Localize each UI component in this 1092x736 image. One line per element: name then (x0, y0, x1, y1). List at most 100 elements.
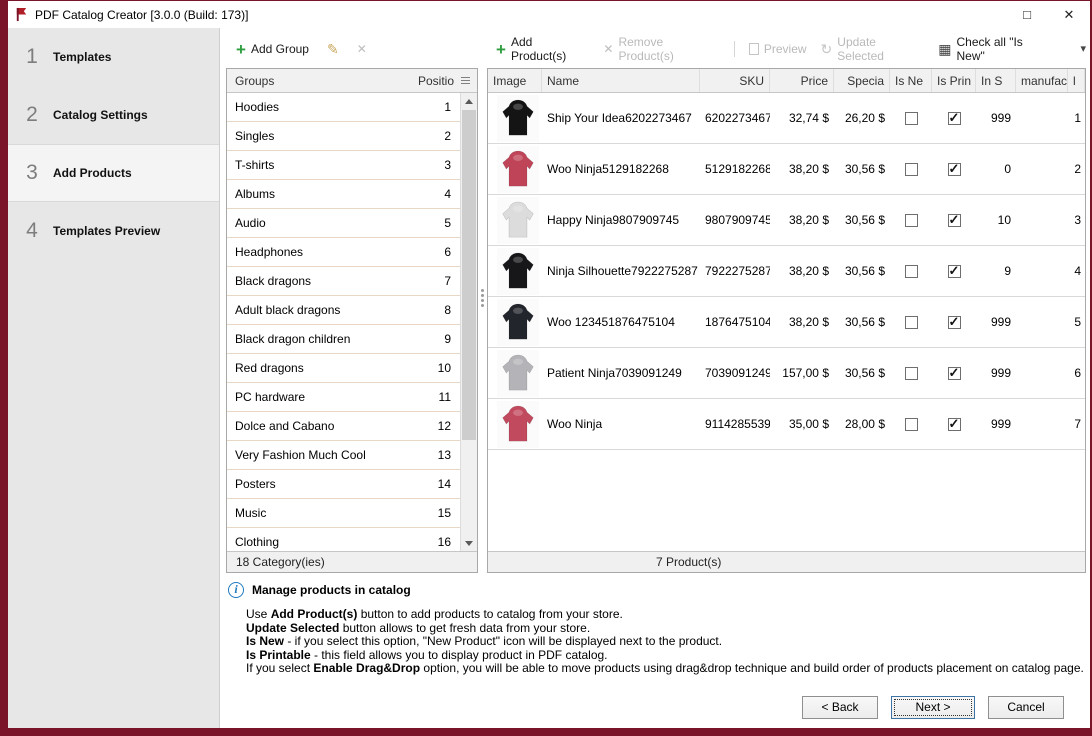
group-row[interactable]: Clothing 16 (227, 528, 460, 551)
product-in-stock: 10 (976, 213, 1016, 227)
product-name: Woo Ninja (542, 417, 700, 431)
sku-column-header[interactable]: SKU (700, 69, 770, 93)
add-products-button[interactable]: Add Product(s) (496, 35, 589, 63)
group-name: T-shirts (235, 158, 444, 172)
is-new-checkbox[interactable] (905, 418, 918, 431)
groups-grid-header[interactable]: Groups Positio (227, 69, 477, 93)
is-new-checkbox[interactable] (905, 214, 918, 227)
group-row[interactable]: Red dragons 10 (227, 354, 460, 383)
edit-group-button[interactable] (327, 42, 339, 56)
is-new-checkbox[interactable] (905, 367, 918, 380)
window-controls: □ ✕ (1006, 1, 1090, 28)
group-name: Headphones (235, 245, 444, 259)
remove-products-button[interactable]: Remove Product(s) (603, 35, 719, 63)
back-button[interactable]: < Back (802, 696, 878, 719)
product-row[interactable]: Woo Ninja 9114285539 35,00 $ 28,00 $ 999… (488, 399, 1085, 450)
group-row[interactable]: Headphones 6 (227, 238, 460, 267)
group-row[interactable]: Albums 4 (227, 180, 460, 209)
add-group-button[interactable]: Add Group (236, 41, 309, 58)
product-row[interactable]: Happy Ninja9807909745 9807909745 38,20 $… (488, 195, 1085, 246)
group-row[interactable]: Adult black dragons 8 (227, 296, 460, 325)
group-row[interactable]: Very Fashion Much Cool 13 (227, 441, 460, 470)
position-column-header[interactable]: Positio (418, 74, 454, 88)
product-sku: 7922275287 (700, 264, 770, 278)
panel-splitter[interactable] (478, 68, 487, 573)
name-column-header[interactable]: Name (542, 69, 700, 93)
product-price: 38,20 $ (770, 162, 834, 176)
group-row[interactable]: Hoodies 1 (227, 93, 460, 122)
group-position: 1 (444, 100, 451, 114)
group-row[interactable]: PC hardware 11 (227, 383, 460, 412)
product-row[interactable]: Ninja Silhouette7922275287 7922275287 38… (488, 246, 1085, 297)
product-order: 7 (1068, 417, 1085, 431)
update-selected-button[interactable]: Update Selected (821, 35, 925, 63)
group-row[interactable]: T-shirts 3 (227, 151, 460, 180)
delete-group-button[interactable] (357, 43, 367, 55)
product-row[interactable]: Ship Your Idea6202273467 6202273467 32,7… (488, 93, 1085, 144)
groups-scrollbar[interactable] (460, 93, 477, 551)
scrollbar-thumb[interactable] (462, 110, 476, 440)
group-row[interactable]: Music 15 (227, 499, 460, 528)
step-add-products[interactable]: 3 Add Products (8, 144, 219, 202)
manufacturer-column-header[interactable]: manufact (1016, 69, 1068, 93)
is-printable-checkbox[interactable] (948, 367, 961, 380)
group-row[interactable]: Black dragon children 9 (227, 325, 460, 354)
is-new-checkbox[interactable] (905, 265, 918, 278)
scroll-up-button[interactable] (461, 93, 477, 109)
product-image-cell (488, 299, 542, 346)
is-printable-checkbox[interactable] (948, 163, 961, 176)
is-printable-cell (932, 214, 976, 227)
is-new-checkbox[interactable] (905, 163, 918, 176)
is-printable-checkbox[interactable] (948, 265, 961, 278)
groups-column-header[interactable]: Groups (235, 74, 418, 88)
is-new-checkbox[interactable] (905, 316, 918, 329)
product-row[interactable]: Patient Ninja7039091249 7039091249 157,0… (488, 348, 1085, 399)
preview-button[interactable]: Preview (749, 42, 807, 56)
info-lines: Use Add Product(s) button to add product… (246, 608, 1084, 676)
scroll-down-button[interactable] (461, 535, 477, 551)
step-templates-preview[interactable]: 4 Templates Preview (8, 202, 219, 260)
group-name: Adult black dragons (235, 303, 444, 317)
is-new-column-header[interactable]: Is Ne (890, 69, 932, 93)
step-label: Catalog Settings (53, 108, 148, 122)
update-selected-label: Update Selected (837, 35, 924, 63)
product-in-stock: 999 (976, 366, 1016, 380)
group-row[interactable]: Posters 14 (227, 470, 460, 499)
step-templates[interactable]: 1 Templates (8, 28, 219, 86)
last-column-header[interactable]: l (1068, 69, 1085, 93)
cancel-button[interactable]: Cancel (988, 696, 1064, 719)
product-special-price: 30,56 $ (834, 366, 890, 380)
next-button[interactable]: Next > (891, 696, 975, 719)
group-name: Audio (235, 216, 444, 230)
group-position: 5 (444, 216, 451, 230)
products-grid-header[interactable]: Image Name SKU Price Specia Is Ne Is Pri… (488, 69, 1085, 93)
group-row[interactable]: Dolce and Cabano 12 (227, 412, 460, 441)
product-order: 2 (1068, 162, 1085, 176)
maximize-button[interactable]: □ (1006, 1, 1048, 28)
step-catalog-settings[interactable]: 2 Catalog Settings (8, 86, 219, 144)
product-image-cell (488, 197, 542, 244)
info-heading: Manage products in catalog (228, 582, 411, 598)
product-image-cell (488, 401, 542, 448)
is-printable-checkbox[interactable] (948, 316, 961, 329)
product-special-price: 26,20 $ (834, 111, 890, 125)
product-row[interactable]: Woo 123451876475104 1876475104 38,20 $ 3… (488, 297, 1085, 348)
info-line-bold: Enable Drag&Drop (313, 661, 420, 675)
check-all-is-new-button[interactable]: Check all "Is New" (938, 35, 1052, 63)
is-printable-checkbox[interactable] (948, 112, 961, 125)
group-row[interactable]: Black dragons 7 (227, 267, 460, 296)
group-row[interactable]: Audio 5 (227, 209, 460, 238)
special-column-header[interactable]: Specia (834, 69, 890, 93)
is-printable-checkbox[interactable] (948, 214, 961, 227)
is-printable-checkbox[interactable] (948, 418, 961, 431)
info-line-bold: Update Selected (246, 621, 339, 635)
close-button[interactable]: ✕ (1048, 1, 1090, 28)
is-printable-column-header[interactable]: Is Prin (932, 69, 976, 93)
in-stock-column-header[interactable]: In S (976, 69, 1016, 93)
product-row[interactable]: Woo Ninja5129182268 5129182268 38,20 $ 3… (488, 144, 1085, 195)
price-column-header[interactable]: Price (770, 69, 834, 93)
is-new-checkbox[interactable] (905, 112, 918, 125)
group-row[interactable]: Singles 2 (227, 122, 460, 151)
image-column-header[interactable]: Image (488, 69, 542, 93)
toolbar-overflow-button[interactable] (1080, 44, 1086, 55)
